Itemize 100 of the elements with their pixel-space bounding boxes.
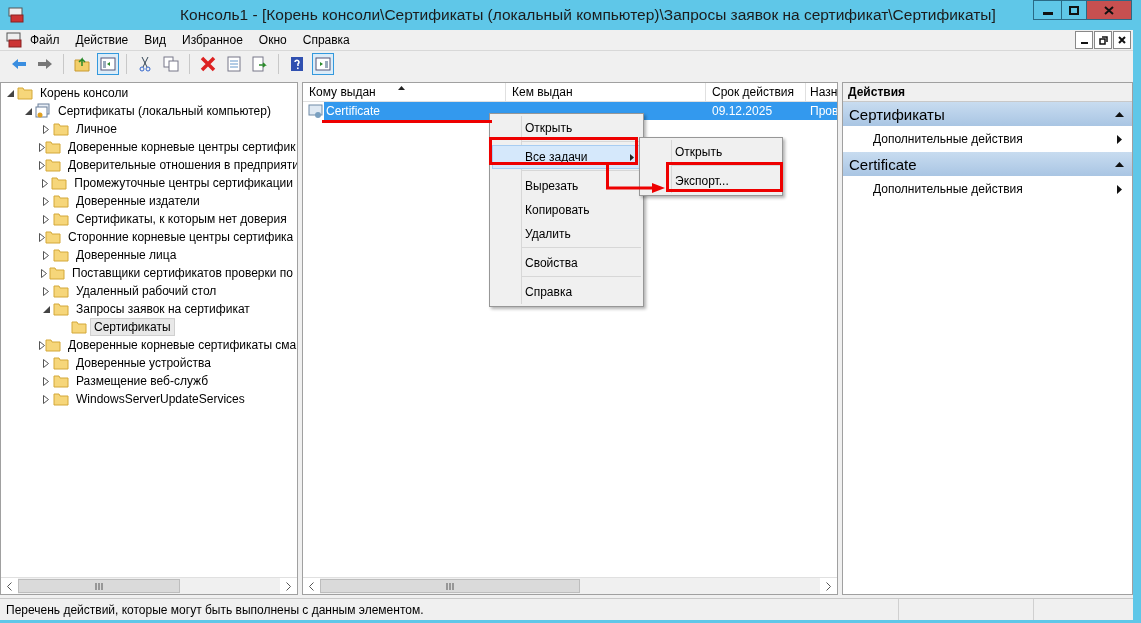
grip-icon xyxy=(446,582,454,590)
folder-arrow-icon xyxy=(74,56,90,72)
scissors-icon xyxy=(137,56,153,72)
expand-arrow[interactable] xyxy=(43,196,49,206)
horizontal-scrollbar[interactable] xyxy=(1,577,297,594)
scroll-left-icon[interactable] xyxy=(309,581,314,591)
copy-button[interactable] xyxy=(160,53,182,75)
certificate-icon xyxy=(308,103,324,119)
expand-arrow[interactable] xyxy=(39,160,45,170)
expand-arrow[interactable] xyxy=(39,232,45,242)
tree-item[interactable]: Доверенные корневые сертификаты сма xyxy=(64,336,297,354)
tree-item[interactable]: Размещение веб-служб xyxy=(72,372,213,390)
menu-item[interactable]: Вид xyxy=(136,33,174,47)
tree-item[interactable]: Доверенные устройства xyxy=(72,354,215,372)
expand-arrow[interactable] xyxy=(43,124,49,134)
menu-item[interactable]: Вырезать xyxy=(492,174,641,198)
tree-item[interactable]: WindowsServerUpdateServices xyxy=(72,390,249,408)
menu-item[interactable]: Удалить xyxy=(492,222,641,246)
restore-icon xyxy=(1098,35,1108,45)
table-cell-text: Certificate xyxy=(325,103,382,120)
folder-icon xyxy=(45,139,61,155)
collapse-arrow[interactable] xyxy=(42,305,50,313)
tree-item[interactable]: Доверенные издатели xyxy=(72,192,204,210)
menu-item[interactable]: Справка xyxy=(294,33,358,47)
expand-arrow[interactable] xyxy=(43,286,49,296)
back-arrow-icon xyxy=(11,56,27,72)
minimize-icon xyxy=(1080,42,1088,44)
expand-arrow[interactable] xyxy=(39,142,45,152)
column-header[interactable]: Кем выдан xyxy=(506,83,706,101)
expand-arrow[interactable] xyxy=(43,214,49,224)
menu-item[interactable]: Файл xyxy=(22,33,68,47)
expand-arrow[interactable] xyxy=(41,268,47,278)
tree-item[interactable]: Сертификаты (локальный компьютер) xyxy=(54,102,275,120)
tree-item[interactable]: Запросы заявок на сертификат xyxy=(72,300,254,318)
properties-icon xyxy=(226,56,242,72)
scroll-right-icon[interactable] xyxy=(286,581,291,591)
certificate-store-icon xyxy=(35,103,51,119)
scroll-right-icon[interactable] xyxy=(826,581,831,591)
tree-item[interactable]: Поставщики сертификатов проверки по xyxy=(68,264,297,282)
menu-item[interactable]: Копировать xyxy=(492,198,641,222)
folder-icon xyxy=(53,391,69,407)
tree-item[interactable]: Сторонние корневые центры сертифика xyxy=(64,228,297,246)
action-link[interactable]: Дополнительные действия xyxy=(843,126,1132,152)
expand-arrow[interactable] xyxy=(43,250,49,260)
column-header[interactable]: Срок действия xyxy=(706,83,806,101)
menu-item[interactable]: Действие xyxy=(67,33,137,47)
scroll-left-icon[interactable] xyxy=(7,581,12,591)
tree-item[interactable]: Промежуточные центры сертификации xyxy=(70,174,297,192)
folder-icon xyxy=(53,211,69,227)
show-actions-button[interactable] xyxy=(312,53,334,75)
tree-item[interactable]: Личное xyxy=(72,120,121,138)
minimize-icon xyxy=(1042,12,1053,15)
menu-item[interactable]: Свойства xyxy=(492,251,641,275)
expand-arrow[interactable] xyxy=(42,178,49,188)
menu-item[interactable]: Избранное xyxy=(174,33,251,47)
pane-icon xyxy=(315,56,331,72)
folder-icon xyxy=(53,301,69,317)
close-icon xyxy=(1118,36,1126,44)
forward-arrow-icon xyxy=(37,56,53,72)
column-header[interactable]: Кому выдан xyxy=(303,83,506,101)
help-icon xyxy=(289,56,305,72)
expand-arrow[interactable] xyxy=(43,358,49,368)
menu-item[interactable]: Окно xyxy=(250,33,295,47)
collapse-arrow-icon[interactable] xyxy=(1115,161,1124,167)
folder-icon xyxy=(53,193,69,209)
close-icon xyxy=(1104,5,1114,15)
action-link[interactable]: Дополнительные действия xyxy=(843,176,1132,202)
actions-section-header[interactable]: Сертификаты xyxy=(843,102,1132,126)
tree-item[interactable]: Удаленный рабочий стол xyxy=(72,282,221,300)
maximize-icon xyxy=(1069,5,1079,15)
expand-arrow[interactable] xyxy=(39,340,45,350)
folder-icon xyxy=(45,229,61,245)
tree-item[interactable]: Доверенные лица xyxy=(72,246,181,264)
collapse-arrow[interactable] xyxy=(6,89,14,97)
window-title: Консоль1 - [Корень консоли\Сертификаты (локальный компьютер)\Запросы заявок на сертификат\Сертификаты] xyxy=(180,6,996,24)
minimize-button[interactable] xyxy=(1033,0,1062,20)
delete-icon xyxy=(200,56,216,72)
restore-button[interactable] xyxy=(1094,31,1112,49)
collapse-arrow[interactable] xyxy=(24,107,32,115)
tree-item[interactable]: Сертификаты, к которым нет доверия xyxy=(72,210,291,228)
actions-section-header[interactable]: Certificate xyxy=(843,152,1132,176)
tree-item[interactable]: Корень консоли xyxy=(36,84,133,102)
tree-item[interactable]: Доверенные корневые центры сертифик xyxy=(64,138,297,156)
menu-item[interactable]: Открыть xyxy=(642,140,780,164)
folder-icon xyxy=(49,265,65,281)
folder-icon xyxy=(53,283,69,299)
section-title: Certificate xyxy=(849,155,917,173)
minimize-button[interactable] xyxy=(1075,31,1093,49)
expand-arrow[interactable] xyxy=(43,394,49,404)
folder-icon xyxy=(17,85,33,101)
horizontal-scrollbar[interactable] xyxy=(303,577,837,594)
grip-icon xyxy=(95,582,104,590)
collapse-arrow-icon[interactable] xyxy=(1115,111,1124,117)
close-button[interactable] xyxy=(1113,31,1131,49)
tree-item[interactable]: Сертификаты xyxy=(90,318,175,336)
expand-arrow[interactable] xyxy=(43,376,49,386)
menu-item[interactable]: Справка xyxy=(492,280,641,304)
section-title: Сертификаты xyxy=(849,105,945,123)
show-tree-button[interactable] xyxy=(97,53,119,75)
pane-icon xyxy=(100,56,116,72)
